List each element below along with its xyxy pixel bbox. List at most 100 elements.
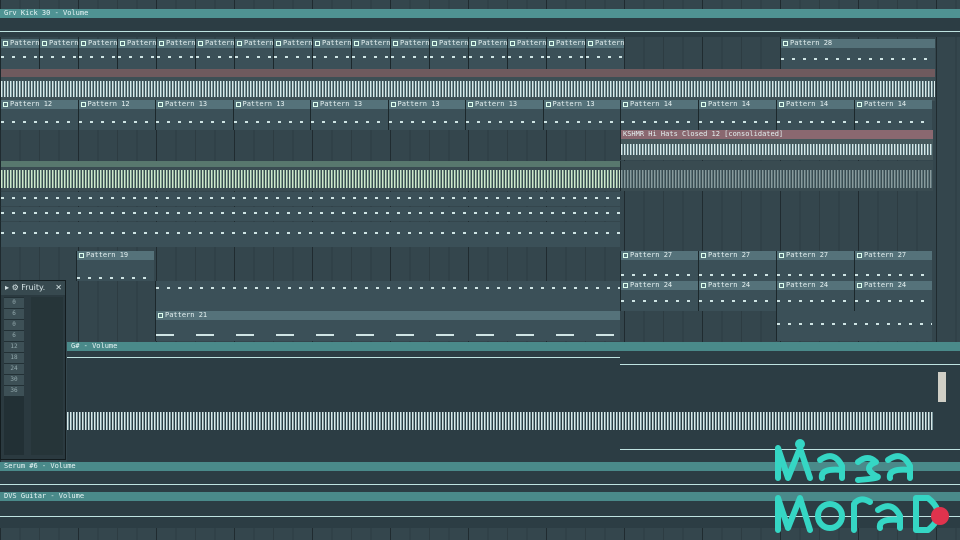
- clip-label: Pattern 27: [708, 251, 751, 259]
- pattern-clip[interactable]: Pattern 13: [155, 100, 233, 130]
- clip-label: Pattern 13: [242, 100, 285, 108]
- clip-label: Pattern 12: [10, 100, 53, 108]
- pattern-icon: [701, 102, 706, 107]
- clip-label: Pattern 8: [49, 39, 78, 47]
- pattern-clip[interactable]: Pattern 24: [776, 281, 854, 311]
- automation-clip-label: G# - Volume: [67, 342, 960, 351]
- audio-clip-loop[interactable]: [0, 161, 620, 191]
- pattern-clip[interactable]: Pattern 14: [854, 100, 932, 130]
- pattern-icon: [623, 283, 628, 288]
- clip-label: Pattern 5: [556, 39, 585, 47]
- pattern-clip[interactable]: Pattern 9: [507, 39, 546, 69]
- arrow-icon[interactable]: ▸: [5, 283, 9, 292]
- pattern-clip-21[interactable]: Pattern 21: [155, 311, 620, 341]
- pattern-clip[interactable]: Pattern 3: [468, 39, 507, 69]
- pattern-clip[interactable]: Pattern 9: [195, 39, 234, 69]
- pattern-icon: [81, 41, 86, 46]
- gear-icon[interactable]: ⚙: [12, 283, 19, 292]
- waveform: [1, 81, 935, 97]
- pattern-icon: [623, 102, 628, 107]
- clip-label: Pattern 27: [630, 251, 673, 259]
- pattern-notes-3[interactable]: [0, 222, 620, 247]
- pattern-clip[interactable]: Pattern 11: [429, 39, 468, 69]
- clip-label: Pattern 28: [790, 39, 833, 47]
- pattern-clip[interactable]: Pattern 6: [156, 39, 195, 69]
- automation-clip-label: Grv Kick 30 - Volume: [0, 9, 960, 18]
- pattern-icon: [315, 41, 320, 46]
- clip-label: Pattern 19: [86, 251, 129, 259]
- pattern-icon: [779, 102, 784, 107]
- pattern-clip[interactable]: Pattern 8: [39, 39, 78, 69]
- clip-label: Pattern 24: [630, 281, 673, 289]
- pattern-icon: [235, 102, 241, 107]
- pattern-clip[interactable]: Pattern 13: [465, 100, 543, 130]
- pattern-clip[interactable]: Pattern 27: [854, 251, 932, 281]
- clip-label: Pattern 10: [361, 39, 390, 47]
- pattern-clip[interactable]: Pattern 14: [776, 100, 854, 130]
- clip-label: Pattern 4: [595, 39, 624, 47]
- automation-clip-grv-kick[interactable]: Grv Kick 30 - Volume: [0, 9, 960, 37]
- pattern-clip[interactable]: Pattern 13: [387, 100, 465, 130]
- pattern-clip[interactable]: Pattern 28: [780, 39, 935, 69]
- meter-scale-label: 0: [4, 298, 24, 308]
- meter-scale-label: 18: [4, 353, 24, 363]
- clip-label: Pattern 14: [630, 100, 673, 108]
- pattern-clip-19[interactable]: Pattern 19: [76, 251, 154, 281]
- playhead-marker[interactable]: [938, 372, 946, 402]
- pattern-notes-2[interactable]: [0, 207, 620, 221]
- pattern-icon: [390, 102, 396, 107]
- close-icon[interactable]: ✕: [55, 281, 62, 295]
- pattern-clip[interactable]: Pattern 27: [620, 251, 698, 281]
- pattern-clip[interactable]: Pattern 2: [0, 39, 39, 69]
- clip-label: Pattern 11: [439, 39, 468, 47]
- pattern-notes-4[interactable]: [155, 281, 620, 311]
- pattern-clip[interactable]: Pattern 13: [310, 100, 388, 130]
- pattern-icon: [857, 102, 862, 107]
- pattern-clip[interactable]: Pattern 7: [390, 39, 429, 69]
- pattern-icon: [468, 102, 473, 107]
- clip-label: Pattern 13: [552, 100, 595, 108]
- pattern-clip[interactable]: Pattern 12: [0, 100, 78, 130]
- pattern-clip[interactable]: Pattern 24: [698, 281, 776, 311]
- pattern-clip[interactable]: Pattern 14: [698, 100, 776, 130]
- pattern-icon: [588, 41, 593, 46]
- audio-clip-loop-2[interactable]: [620, 161, 933, 191]
- audio-clip-kick[interactable]: [0, 69, 935, 101]
- pattern-icon: [779, 283, 784, 288]
- pattern-clip[interactable]: Pattern 14: [620, 100, 698, 130]
- pattern-clip[interactable]: Pattern 12: [77, 100, 155, 130]
- audio-clip-hihats[interactable]: KSHMR Hi Hats Closed 12 [consolidated]: [620, 130, 933, 160]
- pattern-icon: [79, 253, 84, 258]
- mixer-panel[interactable]: ▸ ⚙ Fruity. ✕ 0 6 0 6 12 18 24 30 36: [0, 280, 66, 460]
- pattern-icon: [549, 41, 554, 46]
- pattern-clip[interactable]: Pattern 13: [232, 100, 310, 130]
- pattern-icon: [701, 283, 706, 288]
- clip-label: Pattern 13: [475, 100, 518, 108]
- pattern-icon: [159, 41, 164, 46]
- pattern-notes-1[interactable]: [0, 192, 620, 206]
- pattern-clip[interactable]: Pattern 27: [698, 251, 776, 281]
- watermark-logo: [770, 438, 960, 534]
- pattern-clip[interactable]: Pattern 13: [542, 100, 620, 130]
- pattern-clip[interactable]: Pattern 10: [351, 39, 390, 69]
- pattern-clip[interactable]: Pattern 24: [620, 281, 698, 311]
- clip-label: Pattern 13: [397, 100, 440, 108]
- pattern-notes-5[interactable]: [776, 311, 932, 341]
- volume-fader[interactable]: [31, 297, 63, 455]
- pattern-clip[interactable]: Pattern 6: [234, 39, 273, 69]
- pattern-clip[interactable]: Pattern 27: [776, 251, 854, 281]
- pattern-clip[interactable]: Pattern 2: [78, 39, 117, 69]
- pattern-clip[interactable]: Pattern 5: [546, 39, 585, 69]
- pattern-clip[interactable]: Pattern 9: [273, 39, 312, 69]
- pattern-icon: [779, 253, 784, 258]
- pattern-clip[interactable]: Pattern 8: [117, 39, 156, 69]
- clip-label: Pattern 24: [708, 281, 751, 289]
- pattern-clip[interactable]: Pattern 7: [312, 39, 351, 69]
- pattern-clip[interactable]: Pattern 4: [585, 39, 624, 69]
- pattern-clip[interactable]: Pattern 24: [854, 281, 932, 311]
- clip-label: Pattern 7: [400, 39, 429, 47]
- pattern-icon: [701, 253, 706, 258]
- clip-label: Pattern 8: [127, 39, 156, 47]
- mixer-title: Fruity.: [21, 283, 46, 292]
- waveform: [67, 412, 934, 430]
